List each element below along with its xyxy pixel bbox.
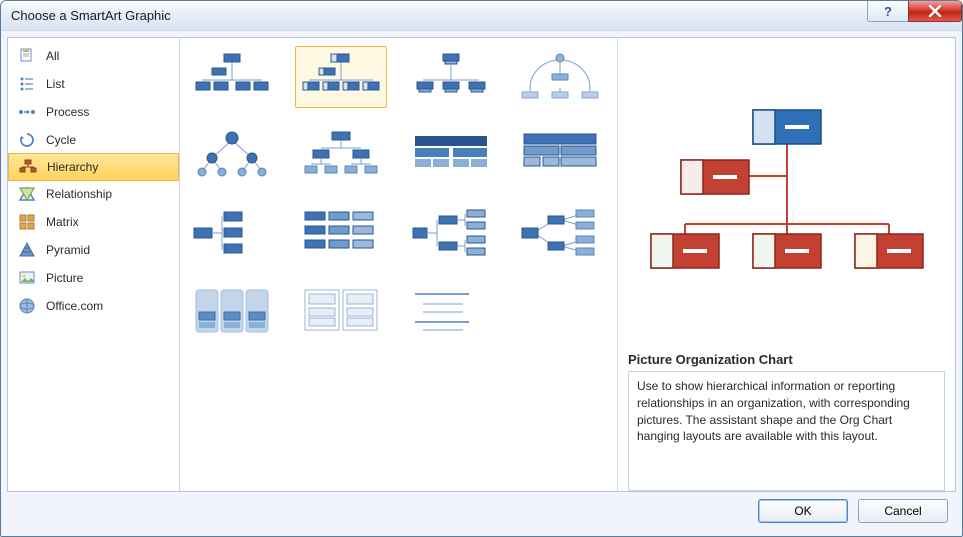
category-label: Office.com bbox=[46, 299, 103, 313]
preview-panel: Picture Organization Chart Use to show h… bbox=[617, 38, 955, 491]
layout-text-hierarchy[interactable] bbox=[405, 280, 497, 342]
category-matrix[interactable]: Matrix bbox=[8, 208, 179, 236]
layout-table-hierarchy[interactable] bbox=[514, 124, 606, 186]
category-label: Relationship bbox=[46, 187, 112, 201]
category-label: Process bbox=[46, 105, 89, 119]
category-panel: All List Process bbox=[8, 38, 180, 491]
officecom-icon bbox=[18, 297, 36, 315]
window-title: Choose a SmartArt Graphic bbox=[11, 8, 868, 23]
category-pyramid[interactable]: Pyramid bbox=[8, 236, 179, 264]
category-label: List bbox=[46, 77, 65, 91]
layout-horizontal-multi-level[interactable] bbox=[295, 202, 387, 264]
layout-horizontal-labeled-hierarchy[interactable] bbox=[514, 202, 606, 264]
category-label: Picture bbox=[46, 271, 83, 285]
relationship-icon bbox=[18, 185, 36, 203]
category-relationship[interactable]: Relationship bbox=[8, 180, 179, 208]
gallery-grid bbox=[186, 46, 611, 342]
gallery-panel[interactable] bbox=[180, 38, 617, 491]
layout-lined-list[interactable] bbox=[295, 280, 387, 342]
pyramid-icon bbox=[18, 241, 36, 259]
layout-picture-organization-chart[interactable] bbox=[295, 46, 387, 108]
panels: All List Process bbox=[7, 37, 956, 492]
smartart-dialog: Choose a SmartArt Graphic ? All bbox=[0, 0, 963, 537]
layout-blank bbox=[514, 280, 606, 342]
help-icon: ? bbox=[884, 4, 892, 19]
picture-icon bbox=[18, 269, 36, 287]
dialog-body: All List Process bbox=[1, 31, 962, 536]
preview-description: Use to show hierarchical information or … bbox=[628, 371, 945, 491]
list-icon bbox=[18, 75, 36, 93]
cycle-icon bbox=[18, 131, 36, 149]
layout-half-circle-org-chart[interactable] bbox=[514, 46, 606, 108]
category-list[interactable]: List bbox=[8, 70, 179, 98]
hierarchy-icon bbox=[19, 158, 37, 176]
close-icon bbox=[928, 5, 942, 17]
category-officecom[interactable]: Office.com bbox=[8, 292, 179, 320]
preview-image bbox=[628, 48, 945, 346]
layout-horizontal-hierarchy[interactable] bbox=[405, 202, 497, 264]
matrix-icon bbox=[18, 213, 36, 231]
category-label: Matrix bbox=[46, 215, 79, 229]
preview-title: Picture Organization Chart bbox=[628, 352, 945, 367]
titlebar-buttons: ? bbox=[868, 1, 962, 30]
process-icon bbox=[18, 103, 36, 121]
category-label: Pyramid bbox=[46, 243, 90, 257]
close-button[interactable] bbox=[908, 1, 962, 22]
category-process[interactable]: Process bbox=[8, 98, 179, 126]
layout-organization-chart[interactable] bbox=[186, 46, 278, 108]
ok-button[interactable]: OK bbox=[758, 499, 848, 523]
all-icon bbox=[18, 47, 36, 65]
category-cycle[interactable]: Cycle bbox=[8, 126, 179, 154]
action-row: OK Cancel bbox=[7, 492, 956, 530]
titlebar: Choose a SmartArt Graphic ? bbox=[1, 1, 962, 31]
category-label: All bbox=[46, 49, 59, 63]
category-hierarchy[interactable]: Hierarchy bbox=[8, 153, 179, 181]
layout-hierarchy-list[interactable] bbox=[186, 280, 278, 342]
layout-name-title-org-chart[interactable] bbox=[405, 46, 497, 108]
category-label: Cycle bbox=[46, 133, 76, 147]
category-picture[interactable]: Picture bbox=[8, 264, 179, 292]
layout-circle-hierarchy[interactable] bbox=[186, 124, 278, 186]
layout-hierarchy[interactable] bbox=[295, 124, 387, 186]
layout-labeled-hierarchy[interactable] bbox=[405, 124, 497, 186]
category-label: Hierarchy bbox=[47, 160, 98, 174]
help-button[interactable]: ? bbox=[867, 1, 909, 22]
cancel-button[interactable]: Cancel bbox=[858, 499, 948, 523]
layout-horizontal-org-chart[interactable] bbox=[186, 202, 278, 264]
category-all[interactable]: All bbox=[8, 42, 179, 70]
